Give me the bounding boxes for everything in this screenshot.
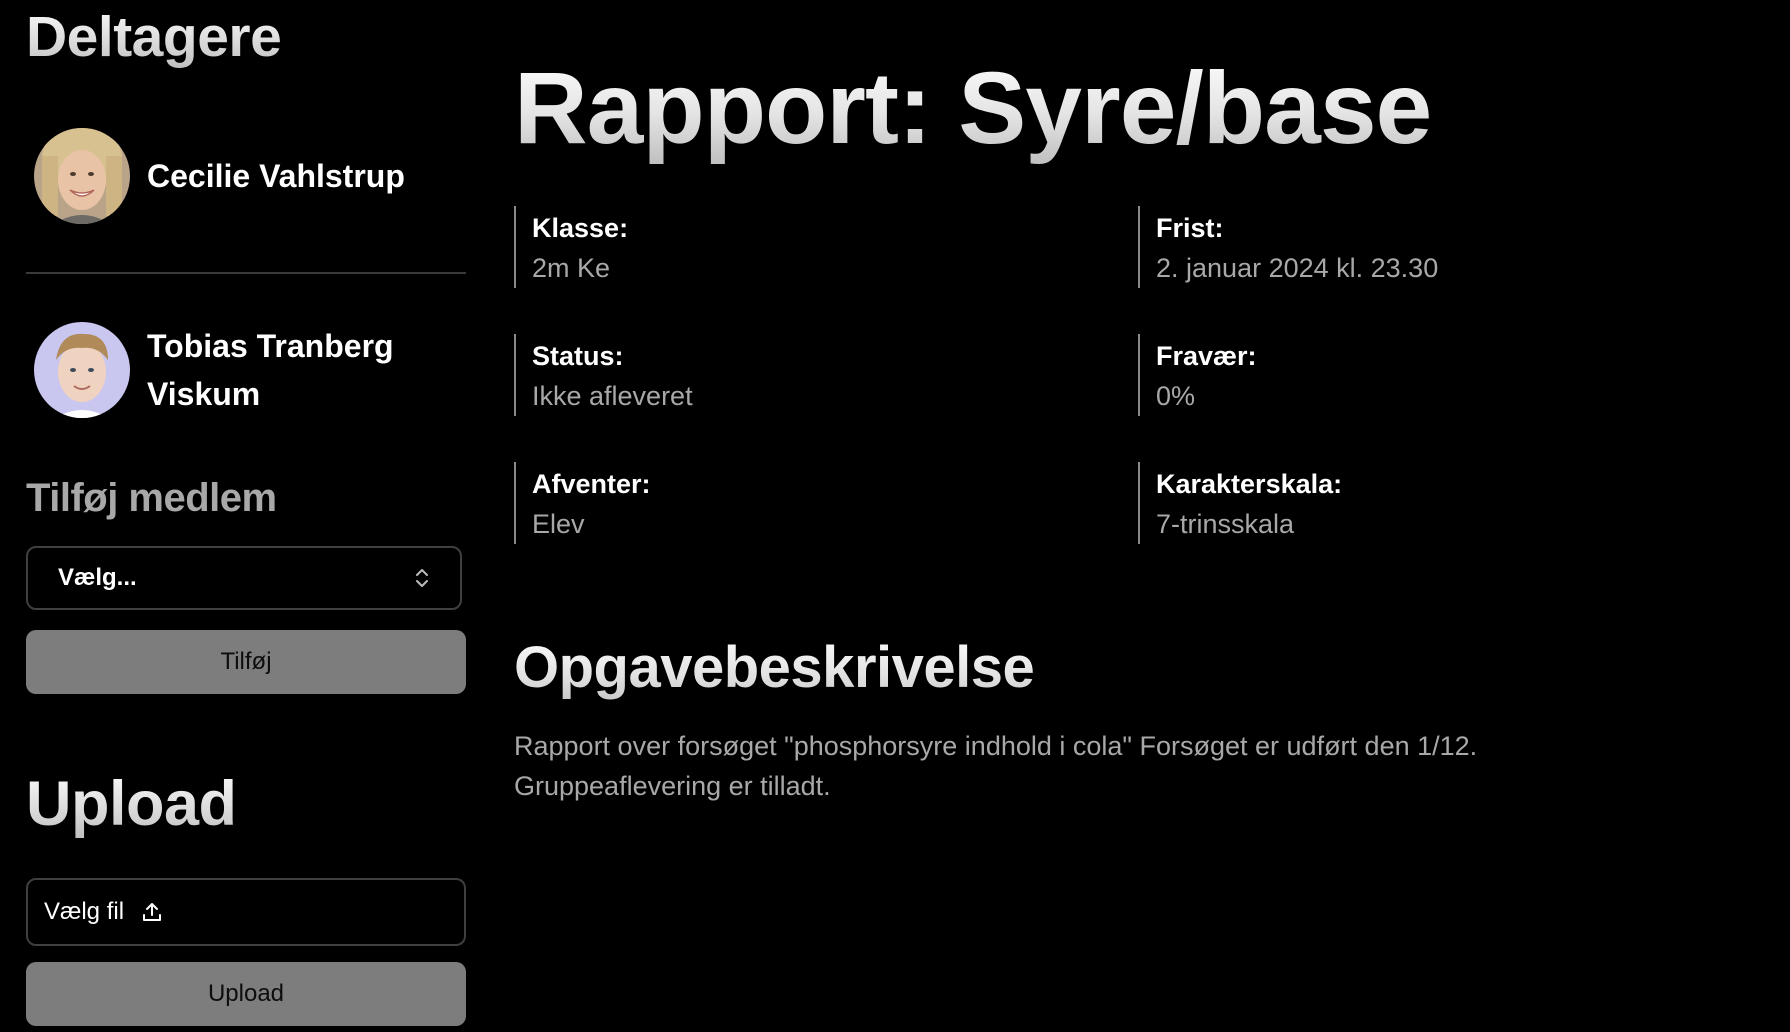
info-class: Klasse: 2m Ke [514,206,1074,288]
participants-heading: Deltagere [26,2,282,72]
info-value: 2m Ke [532,253,611,283]
info-deadline: Frist: 2. januar 2024 kl. 23.30 [1138,206,1698,288]
info-awaiting: Afventer: Elev [514,462,1074,544]
avatar [34,128,130,224]
page-title: Rapport: Syre/base [514,48,1432,168]
info-value: 7-trinsskala [1156,509,1295,539]
upload-icon [140,900,164,924]
member-select[interactable]: Vælg... [26,546,462,610]
description-heading: Opgavebeskrivelse [514,630,1035,706]
info-value: Ikke afleveret [532,381,693,411]
info-status: Status: Ikke afleveret [514,334,1074,416]
file-picker-label: Vælg fil [44,898,125,925]
info-label: Klasse: [532,213,629,243]
member-item[interactable]: Tobias Tranberg Viskum [34,322,464,418]
info-value: 0% [1156,381,1196,411]
info-label: Frist: [1156,213,1224,243]
info-label: Fravær: [1156,341,1257,371]
upload-heading: Upload [26,766,237,842]
description-line: Rapport over forsøget "phosphorsyre indh… [514,731,1478,761]
file-picker[interactable]: Vælg fil [26,878,466,946]
info-value: 2. januar 2024 kl. 23.30 [1156,253,1439,283]
select-value: Vælg... [58,564,137,591]
divider [26,272,466,274]
page: Deltagere Cecilie Vahlstrup Tobias Tranb… [0,0,1790,1032]
info-grading-scale: Karakterskala: 7-trinsskala [1138,462,1698,544]
info-value: Elev [532,509,585,539]
member-name: Tobias Tranberg Viskum [147,328,394,412]
chevron-up-down-icon [414,566,430,590]
member-name: Cecilie Vahlstrup [147,158,405,194]
upload-button[interactable]: Upload [26,962,466,1026]
avatar [34,322,130,418]
member-item[interactable]: Cecilie Vahlstrup [34,128,464,224]
add-member-button[interactable]: Tilføj [26,630,466,694]
info-absence: Fravær: 0% [1138,334,1698,416]
info-label: Karakterskala: [1156,469,1343,499]
description-line: Gruppeaflevering er tilladt. [514,771,831,801]
description-text: Rapport over forsøget "phosphorsyre indh… [514,726,1714,806]
info-label: Status: [532,341,624,371]
info-label: Afventer: [532,469,651,499]
add-member-heading: Tilføj medlem [26,476,277,520]
